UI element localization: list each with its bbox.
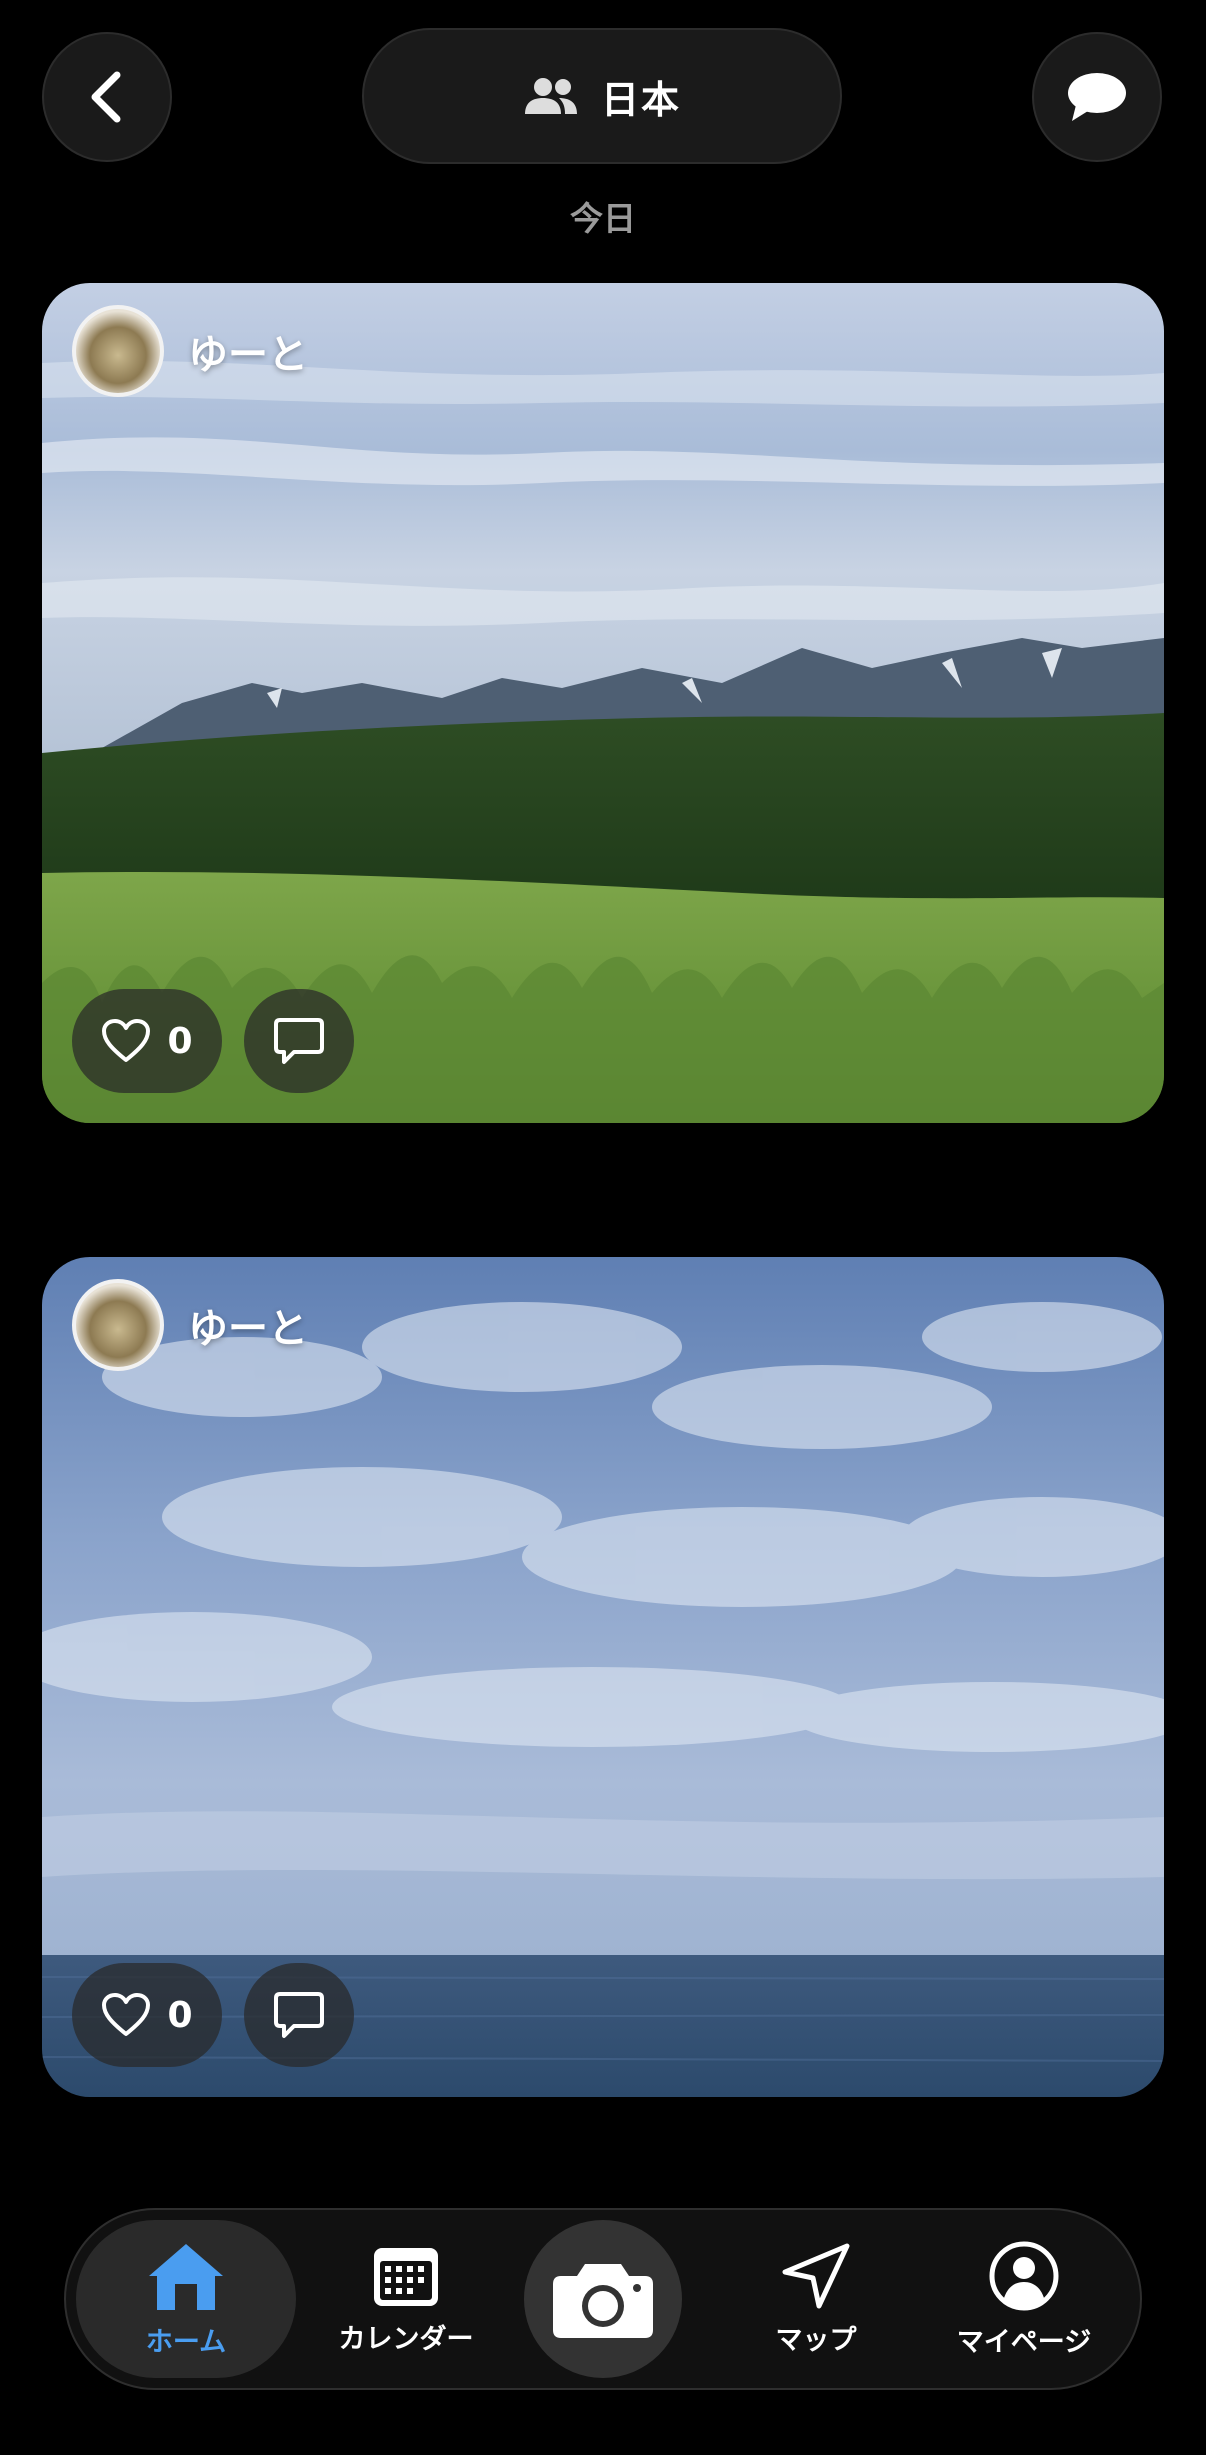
chevron-left-icon	[91, 71, 121, 123]
tab-mypage[interactable]: マイページ	[906, 2210, 1142, 2388]
like-count: 0	[167, 1020, 193, 1062]
author-name: ゆーと	[188, 332, 308, 378]
date-label: 今日	[570, 199, 636, 238]
avatar[interactable]	[72, 1279, 164, 1371]
tab-bar: ホーム カレンダー マップ マイページ	[64, 2208, 1142, 2390]
tab-label: ホーム	[145, 2326, 227, 2358]
post-author[interactable]: ゆーと	[72, 1279, 308, 1371]
post-card[interactable]: ゆーと 0	[42, 1257, 1164, 2097]
chat-button[interactable]	[1032, 32, 1162, 162]
like-button[interactable]: 0	[72, 989, 222, 1093]
like-count: 0	[167, 1994, 193, 2036]
tab-label: カレンダー	[338, 2323, 474, 2355]
calendar-icon	[374, 2247, 438, 2306]
navigation-arrow-icon	[782, 2243, 850, 2308]
avatar[interactable]	[72, 305, 164, 397]
heart-icon	[102, 1993, 151, 2036]
comment-button[interactable]	[244, 1963, 354, 2067]
camera-button[interactable]	[524, 2220, 682, 2378]
author-name: ゆーと	[188, 1306, 308, 1352]
chat-bubble-icon	[1068, 73, 1126, 121]
post-photo-sky-sea	[42, 1257, 1164, 2097]
home-icon	[149, 2243, 223, 2310]
profile-icon	[989, 2241, 1059, 2310]
camera-icon	[553, 2264, 653, 2338]
tab-label: マップ	[775, 2324, 857, 2356]
comment-button[interactable]	[244, 989, 354, 1093]
tab-map[interactable]: マップ	[706, 2210, 926, 2388]
group-selector[interactable]: 日本	[362, 28, 842, 164]
people-icon	[524, 78, 577, 114]
like-button[interactable]: 0	[72, 1963, 222, 2067]
comment-icon	[274, 1018, 324, 1064]
comment-icon	[274, 1992, 324, 2038]
tab-label: マイページ	[956, 2326, 1092, 2358]
post-card[interactable]: ゆーと 0	[42, 283, 1164, 1123]
heart-icon	[102, 1019, 151, 1062]
group-name: 日本	[600, 77, 681, 122]
post-author[interactable]: ゆーと	[72, 305, 308, 397]
post-photo-mountains	[42, 283, 1164, 1123]
tab-calendar[interactable]: カレンダー	[296, 2210, 516, 2388]
tab-home[interactable]: ホーム	[76, 2220, 296, 2378]
back-button[interactable]	[42, 32, 172, 162]
